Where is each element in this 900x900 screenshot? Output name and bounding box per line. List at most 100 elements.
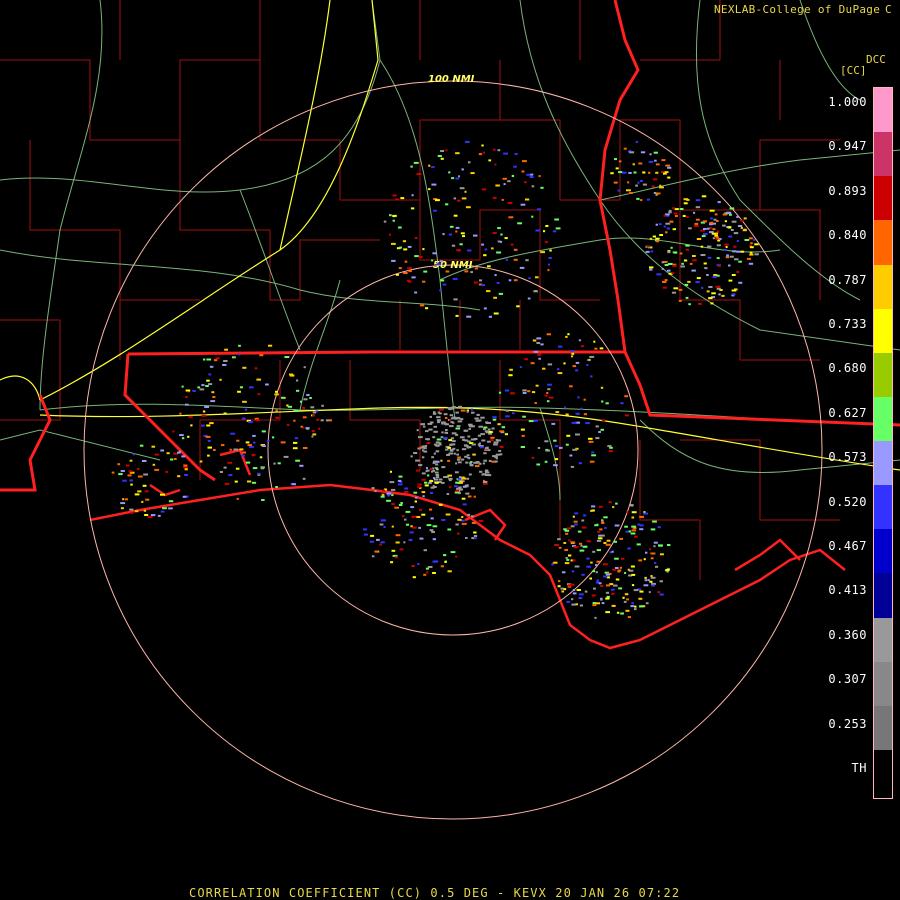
radar-return-pixel [719,289,723,291]
radar-return-pixel [498,450,502,452]
radar-return-pixel [512,412,515,415]
radar-return-pixel [435,199,440,202]
radar-return-pixel [241,454,245,457]
radar-return-pixel [425,567,429,570]
radar-return-pixel [728,279,733,282]
radar-return-pixel [519,266,525,269]
radar-return-pixel [228,474,233,477]
radar-return-pixel [700,245,704,248]
radar-return-pixel [578,597,583,599]
radar-return-pixel [293,409,299,412]
radar-return-pixel [725,246,728,248]
radar-return-pixel [435,450,440,453]
radar-return-pixel [613,181,618,184]
radar-return-pixel [402,240,406,243]
radar-return-pixel [608,450,613,453]
radar-return-pixel [620,402,624,405]
radar-return-pixel [454,485,458,488]
radar-return-pixel [428,188,431,191]
radar-return-pixel [537,353,542,356]
radar-return-pixel [679,252,683,255]
radar-return-pixel [661,159,666,162]
radar-return-pixel [655,565,659,568]
radar-return-pixel [600,386,604,389]
color-scale-segment [874,220,892,265]
radar-return-pixel [566,434,571,437]
radar-return-pixel [184,474,189,476]
radar-return-pixel [500,233,503,236]
legend-unit: [CC] [840,64,867,77]
radar-return-pixel [162,507,167,510]
radar-return-pixel [555,411,560,414]
radar-return-pixel [390,488,396,491]
radar-return-pixel [526,173,531,176]
radar-return-pixel [623,600,627,603]
radar-return-pixel [682,215,686,217]
color-scale-segment [874,441,892,486]
radar-return-pixel [299,400,302,403]
radar-return-pixel [404,518,407,521]
radar-return-pixel [572,448,577,451]
radar-return-pixel [744,239,750,241]
radar-return-pixel [492,231,497,234]
radar-return-pixel [520,203,526,206]
radar-return-pixel [442,436,448,439]
radar-return-pixel [436,416,441,419]
radar-return-pixel [402,515,405,518]
radar-return-pixel [431,259,434,262]
radar-return-pixel [511,175,515,177]
radar-return-pixel [591,594,596,597]
radar-return-pixel [448,439,452,442]
radar-return-pixel [445,448,449,451]
radar-return-pixel [669,220,674,223]
radar-return-pixel [533,290,538,293]
radar-return-pixel [633,171,637,174]
radar-return-pixel [177,451,181,454]
radar-return-pixel [485,447,489,450]
radar-return-pixel [459,187,465,190]
radar-return-pixel [653,151,658,154]
radar-return-pixel [397,479,402,482]
radar-return-pixel [551,563,554,566]
radar-return-pixel [665,164,671,167]
radar-return-pixel [465,537,468,539]
credit-text: NEXLAB-College of DuPage [714,3,881,16]
radar-return-pixel [458,175,460,178]
radar-return-pixel [622,596,625,599]
radar-return-pixel [135,510,139,513]
radar-return-pixel [504,389,510,392]
radar-return-pixel [645,551,648,554]
radar-return-pixel [455,226,460,229]
radar-return-pixel [709,209,715,212]
radar-return-pixel [206,424,211,427]
radar-return-pixel [611,592,615,595]
radar-return-pixel [574,565,580,568]
radar-return-pixel [601,400,604,403]
radar-return-pixel [490,439,494,442]
radar-return-pixel [436,263,442,266]
radar-return-pixel [206,358,212,361]
radar-return-pixel [586,540,591,543]
radar-return-pixel [398,226,402,229]
radar-return-pixel [459,436,465,439]
radar-return-pixel [363,528,367,531]
radar-return-pixel [416,173,422,175]
radar-return-pixel [478,462,482,465]
radar-return-pixel [379,543,382,546]
radar-return-pixel [143,473,149,476]
radar-return-pixel [597,530,601,533]
radar-return-pixel [455,481,460,484]
color-scale-segment [874,396,892,442]
radar-return-pixel [499,445,504,448]
radar-return-pixel [679,208,684,210]
radar-return-pixel [529,176,534,178]
radar-return-pixel [687,280,691,283]
radar-return-pixel [575,361,580,364]
radar-return-pixel [485,471,490,474]
radar-return-pixel [414,237,418,239]
radar-return-pixel [302,416,307,419]
radar-return-pixel [665,231,668,234]
radar-return-pixel [513,248,518,251]
radar-return-pixel [631,602,634,605]
radar-return-pixel [624,525,628,528]
